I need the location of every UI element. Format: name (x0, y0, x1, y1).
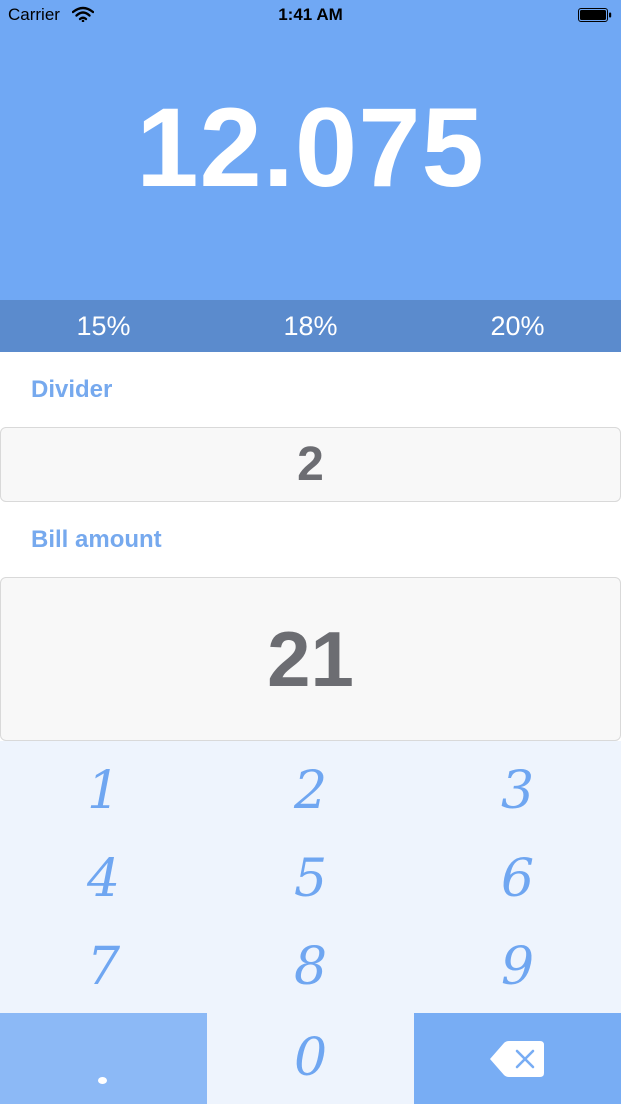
result-header: 12.075 (0, 0, 621, 300)
key-2[interactable]: 2 (207, 761, 414, 821)
key-3[interactable]: 3 (414, 761, 621, 821)
tip-20-button[interactable]: 20% (414, 300, 621, 352)
tip-18-button[interactable]: 18% (207, 300, 414, 352)
result-value: 12.075 (136, 85, 485, 210)
key-0[interactable]: 0 (207, 1028, 414, 1088)
key-4[interactable]: 4 (0, 849, 207, 909)
key-7[interactable]: 7 (0, 937, 207, 997)
divider-field[interactable]: 2 (0, 427, 621, 502)
key-1[interactable]: 1 (0, 761, 207, 821)
number-keypad: 1 2 3 4 5 6 7 8 9 0 (0, 741, 621, 1104)
status-time: 1:41 AM (278, 5, 343, 24)
key-8[interactable]: 8 (207, 937, 414, 997)
decimal-point-button[interactable] (0, 1013, 207, 1104)
status-bar: Carrier 1:41 AM (0, 0, 621, 32)
key-6[interactable]: 6 (414, 849, 621, 909)
decimal-point-icon (98, 1077, 107, 1084)
backspace-button[interactable] (414, 1013, 621, 1104)
bill-amount-field[interactable]: 21 (0, 577, 621, 741)
backspace-icon (490, 1041, 544, 1077)
bill-amount-label: Bill amount (31, 526, 162, 553)
key-5[interactable]: 5 (207, 849, 414, 909)
battery-icon (578, 8, 612, 22)
key-9[interactable]: 9 (414, 937, 621, 997)
tip-percent-selector: 15% 18% 20% (0, 300, 621, 352)
tip-15-button[interactable]: 15% (0, 300, 207, 352)
divider-label: Divider (31, 376, 113, 403)
